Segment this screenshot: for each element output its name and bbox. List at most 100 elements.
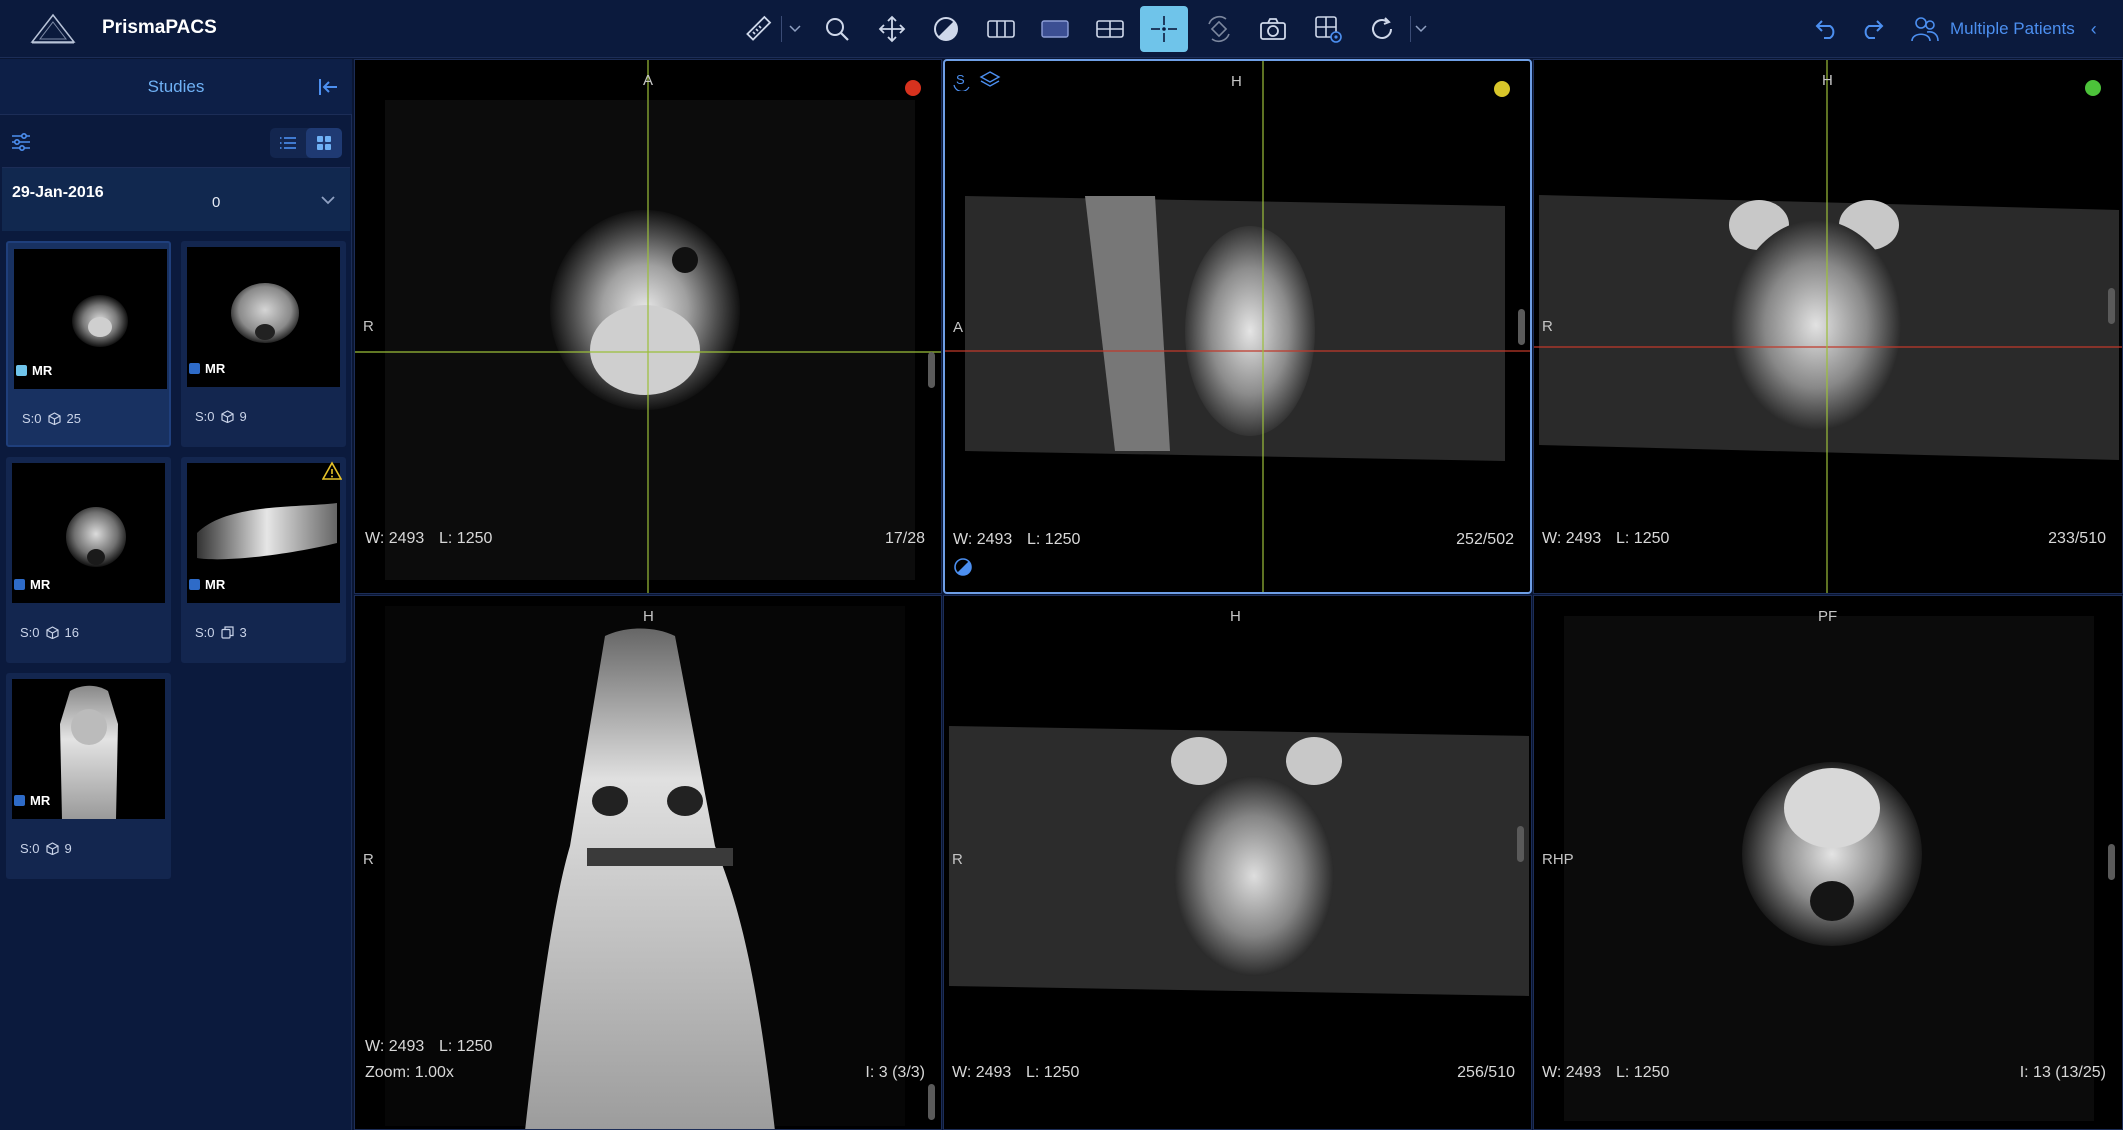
- viewport-coronal[interactable]: H R W: 2493 L: 1250 233/510: [1533, 59, 2123, 594]
- viewport-scrollbar[interactable]: [1517, 826, 1524, 862]
- redo-button[interactable]: [1855, 12, 1889, 46]
- viewport-scrollbar[interactable]: [2108, 844, 2115, 880]
- rotate-dropdown-caret[interactable]: [1414, 20, 1428, 38]
- viewport-status-dot: [905, 80, 921, 96]
- series-thumbnail[interactable]: MR S:0 9: [181, 241, 346, 447]
- series-meta: S:0 9: [20, 841, 72, 856]
- sidebar-header: Studies: [0, 59, 352, 115]
- viewport-lower-middle[interactable]: H R W: 2493 L: 1250 256/510: [943, 595, 1532, 1130]
- rotate-cw-icon: [1372, 17, 1392, 39]
- viewport-scrollbar[interactable]: [928, 352, 935, 388]
- window-width: W: 2493: [1542, 1064, 1602, 1081]
- rotate-3d-icon: [1208, 15, 1230, 43]
- modality-color-icon: [189, 363, 200, 374]
- orientation-left: R: [363, 318, 374, 335]
- filter-sliders-icon[interactable]: [10, 131, 32, 153]
- ruler-dropdown-caret[interactable]: [788, 20, 802, 38]
- viewport-status-dot: [1494, 81, 1510, 97]
- undo-button[interactable]: [1810, 12, 1844, 46]
- viewport-scrollbar[interactable]: [928, 1084, 935, 1120]
- sync-icon[interactable]: S: [951, 69, 973, 91]
- grid-view-button[interactable]: [306, 128, 342, 158]
- modality-color-icon: [189, 579, 200, 590]
- chevron-down-icon: [1415, 25, 1427, 33]
- rotate-button[interactable]: [1358, 6, 1406, 52]
- window-width: W: 2493: [365, 1038, 425, 1055]
- scan-image: [949, 726, 1529, 996]
- window-level: L: 1250: [1616, 530, 1670, 547]
- window-width: W: 2493: [365, 530, 425, 547]
- study-count: 0: [212, 194, 221, 211]
- orientation-top: A: [643, 72, 654, 89]
- camera-button[interactable]: [1249, 6, 1297, 52]
- list-icon: [280, 137, 296, 149]
- zoom-tool-button[interactable]: [813, 6, 861, 52]
- pan-tool-button[interactable]: [868, 6, 916, 52]
- viewport-lower-right[interactable]: PF RHP W: 2493 L: 1250 I: 13 (13/25): [1533, 595, 2123, 1130]
- app-name: PrismaPACS: [102, 17, 217, 38]
- window-width: W: 2493: [1542, 530, 1602, 547]
- slice-index: I: 13 (13/25): [2019, 1064, 2106, 1081]
- zoom-level: Zoom: 1.00x: [365, 1064, 454, 1081]
- series-meta: S:0 9: [195, 409, 247, 424]
- orientation-left: R: [363, 851, 374, 868]
- layout-single-button[interactable]: [1031, 6, 1079, 52]
- series-meta: S:0 16: [20, 625, 79, 640]
- ruler-tool-button[interactable]: [734, 6, 782, 52]
- orientation-left: R: [1542, 318, 1553, 335]
- camera-icon: [1260, 18, 1286, 40]
- viewport-scrollbar[interactable]: [2108, 288, 2115, 324]
- series-meta: S:0 3: [195, 625, 247, 640]
- orientation-left: RHP: [1542, 851, 1574, 868]
- chevron-down-icon[interactable]: [320, 194, 336, 206]
- cube-icon: [220, 410, 234, 423]
- orientation-left: A: [953, 319, 964, 336]
- crosshair-tool-button[interactable]: [1140, 6, 1188, 52]
- window-level: L: 1250: [439, 530, 493, 547]
- cube-icon: [45, 626, 59, 639]
- chevron-down-icon: [789, 25, 801, 33]
- scan-image: [945, 61, 1530, 592]
- layers-icon[interactable]: [979, 69, 1001, 91]
- series-thumbnail[interactable]: MR S:0 9: [6, 673, 171, 879]
- rotate-3d-button[interactable]: [1195, 6, 1243, 52]
- viewport-lower-left[interactable]: H R W: 2493 L: 1250 Zoom: 1.00x I: 3 (3/…: [354, 595, 942, 1130]
- window-level: L: 1250: [1027, 531, 1081, 548]
- study-date-row[interactable]: 29-Jan-2016 0: [2, 167, 350, 231]
- crosshair-icon: [1151, 16, 1177, 42]
- studies-sidebar: Studies 29-Jan-2016 0 MR S:025 MR S:09: [0, 59, 352, 1130]
- contrast-icon[interactable]: [953, 557, 973, 577]
- viewport-axial[interactable]: A R W: 2493 L: 1250 17/28: [354, 59, 942, 594]
- series-thumbnail[interactable]: MR S:0 25: [6, 241, 171, 447]
- multiple-patients-button[interactable]: Multiple Patients ‹: [1910, 14, 2097, 44]
- columns-layout-icon: [987, 20, 1015, 38]
- grid-layout-icon: [1096, 20, 1124, 38]
- series-thumbnail[interactable]: MR S:0 16: [6, 457, 171, 663]
- layout-grid-button[interactable]: [1086, 6, 1134, 52]
- slice-index: 256/510: [1457, 1064, 1515, 1081]
- window-width: W: 2493: [953, 531, 1013, 548]
- layout-columns-button[interactable]: [977, 6, 1025, 52]
- settings-grid-button[interactable]: [1304, 6, 1352, 52]
- modality-color-icon: [16, 365, 27, 376]
- series-thumbnail[interactable]: MR S:0 3: [181, 457, 346, 663]
- study-date: 29-Jan-2016: [12, 184, 104, 201]
- divider: [781, 16, 782, 42]
- list-view-button[interactable]: [270, 128, 306, 158]
- contrast-icon: [934, 17, 958, 41]
- modality-label: MR: [189, 361, 225, 376]
- magnifier-icon: [826, 18, 849, 41]
- window-level: L: 1250: [1026, 1064, 1080, 1081]
- viewport-scrollbar[interactable]: [1518, 309, 1525, 345]
- patients-label: Multiple Patients: [1950, 19, 2075, 38]
- viewport-sagittal[interactable]: S H A W: 2493 L: 1250 252/502: [943, 59, 1532, 594]
- slice-index: I: 3 (3/3): [865, 1064, 925, 1081]
- viewport-grid: A R W: 2493 L: 1250 17/28 S H A W: 2493 …: [354, 59, 2123, 1130]
- series-meta: S:0 25: [22, 411, 81, 426]
- modality-label: MR: [189, 577, 225, 592]
- window-level-tool-button[interactable]: [922, 6, 970, 52]
- collapse-sidebar-icon[interactable]: [316, 75, 340, 99]
- warning-icon: [322, 461, 342, 480]
- modality-label: MR: [16, 363, 52, 378]
- slice-index: 252/502: [1456, 531, 1514, 548]
